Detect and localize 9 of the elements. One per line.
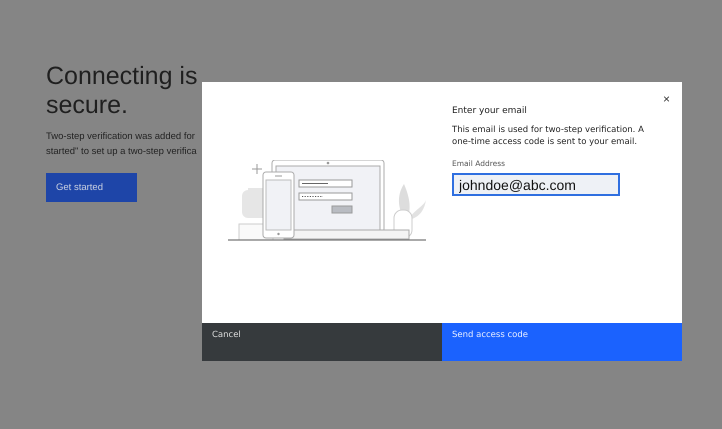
close-button[interactable]: ×	[660, 90, 672, 108]
dialog-description: This email is used for two-step verification. A one-time access code is sent to your email.	[452, 124, 645, 148]
cancel-button[interactable]: Cancel	[202, 323, 442, 361]
page-description: Two-step verification was added for started" to set up a two-step verifica	[46, 130, 197, 159]
send-code-button[interactable]: Send access code	[442, 323, 682, 361]
get-started-button[interactable]: Get started	[46, 173, 137, 202]
email-field[interactable]: johndoe@abc.com	[452, 173, 620, 196]
dialog-title: Enter your email	[452, 106, 528, 116]
page-heading: Connecting is secure.	[46, 62, 198, 120]
